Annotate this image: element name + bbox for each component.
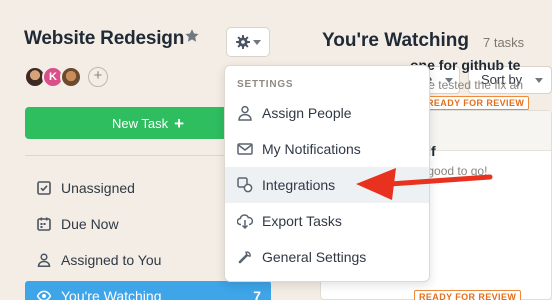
page-title: You're Watching: [322, 30, 470, 51]
menu-item-export-tasks[interactable]: Export Tasks: [225, 203, 429, 239]
sidebar-item-label: You're Watching: [61, 288, 162, 300]
menu-item-general-settings[interactable]: General Settings: [225, 239, 429, 275]
gear-icon: [235, 35, 250, 49]
integrations-icon: [237, 177, 253, 193]
menu-item-assign-people[interactable]: Assign People: [225, 95, 429, 131]
avatar[interactable]: [60, 66, 82, 88]
sidebar-item-youre-watching[interactable]: You're Watching 7: [25, 281, 271, 300]
menu-item-label: Export Tasks: [262, 213, 342, 229]
eye-icon: [37, 290, 51, 300]
menu-item-label: General Settings: [262, 249, 367, 265]
status-badge: READY FOR REVIEW: [414, 290, 522, 300]
cloud-download-icon: [237, 214, 253, 229]
plus-icon: +: [174, 113, 185, 133]
person-icon: [238, 105, 252, 121]
envelope-icon: [237, 143, 253, 155]
status-badge: READY FOR REVIEW: [422, 96, 530, 110]
settings-gear-button[interactable]: [226, 27, 270, 57]
wrench-icon: [238, 251, 251, 264]
menu-heading: SETTINGS: [237, 79, 294, 90]
menu-item-label: My Notifications: [262, 141, 361, 157]
new-task-label: New Task: [111, 115, 169, 131]
sidebar-item-label: Assigned to You: [61, 252, 162, 268]
menu-item-integrations[interactable]: Integrations: [225, 167, 429, 203]
task-count: 7 tasks: [483, 35, 525, 50]
watching-count: 7: [253, 288, 261, 300]
chevron-down-icon: [252, 39, 261, 45]
menu-item-label: Assign People: [262, 105, 352, 121]
checkbox-icon: [37, 181, 51, 195]
calendar-icon: [37, 217, 51, 231]
project-title: Website Redesign: [24, 28, 185, 49]
sidebar-item-label: Unassigned: [61, 180, 135, 196]
person-icon: [37, 253, 51, 267]
settings-dropdown-menu: SETTINGS Assign People My Notifications …: [224, 65, 430, 282]
add-member-button[interactable]: +: [88, 67, 108, 87]
chevron-down-icon: [535, 78, 543, 83]
sidebar-item-label: Due Now: [61, 216, 119, 232]
star-icon[interactable]: [184, 28, 200, 44]
menu-item-label: Integrations: [262, 177, 336, 193]
menu-item-my-notifications[interactable]: My Notifications: [225, 131, 429, 167]
